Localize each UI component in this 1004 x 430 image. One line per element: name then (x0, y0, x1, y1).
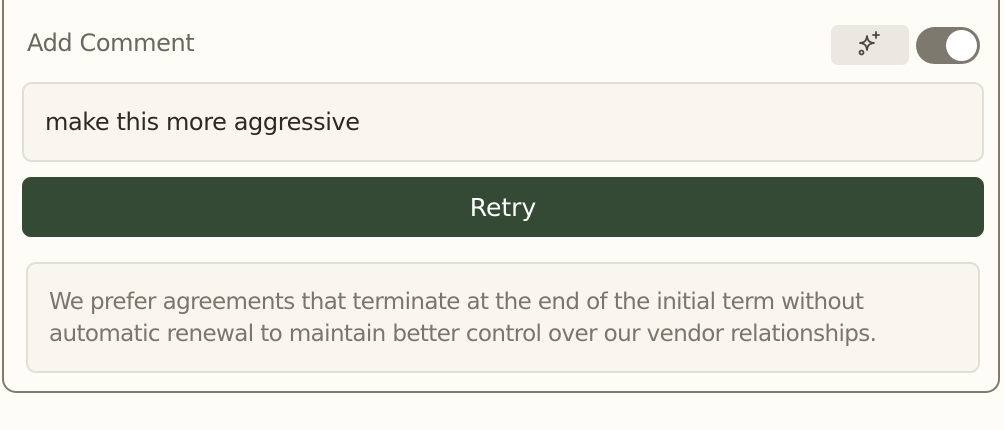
panel-title: Add Comment (27, 29, 195, 57)
sparkles-icon (855, 28, 885, 62)
comment-input[interactable] (22, 82, 984, 162)
toggle-knob (946, 30, 977, 61)
ai-generate-button[interactable] (831, 25, 909, 65)
suggestion-box: We prefer agreements that terminate at t… (26, 262, 980, 373)
retry-button[interactable]: Retry (22, 177, 984, 237)
suggestion-text: We prefer agreements that terminate at t… (49, 289, 877, 347)
ai-toggle[interactable] (916, 27, 980, 64)
